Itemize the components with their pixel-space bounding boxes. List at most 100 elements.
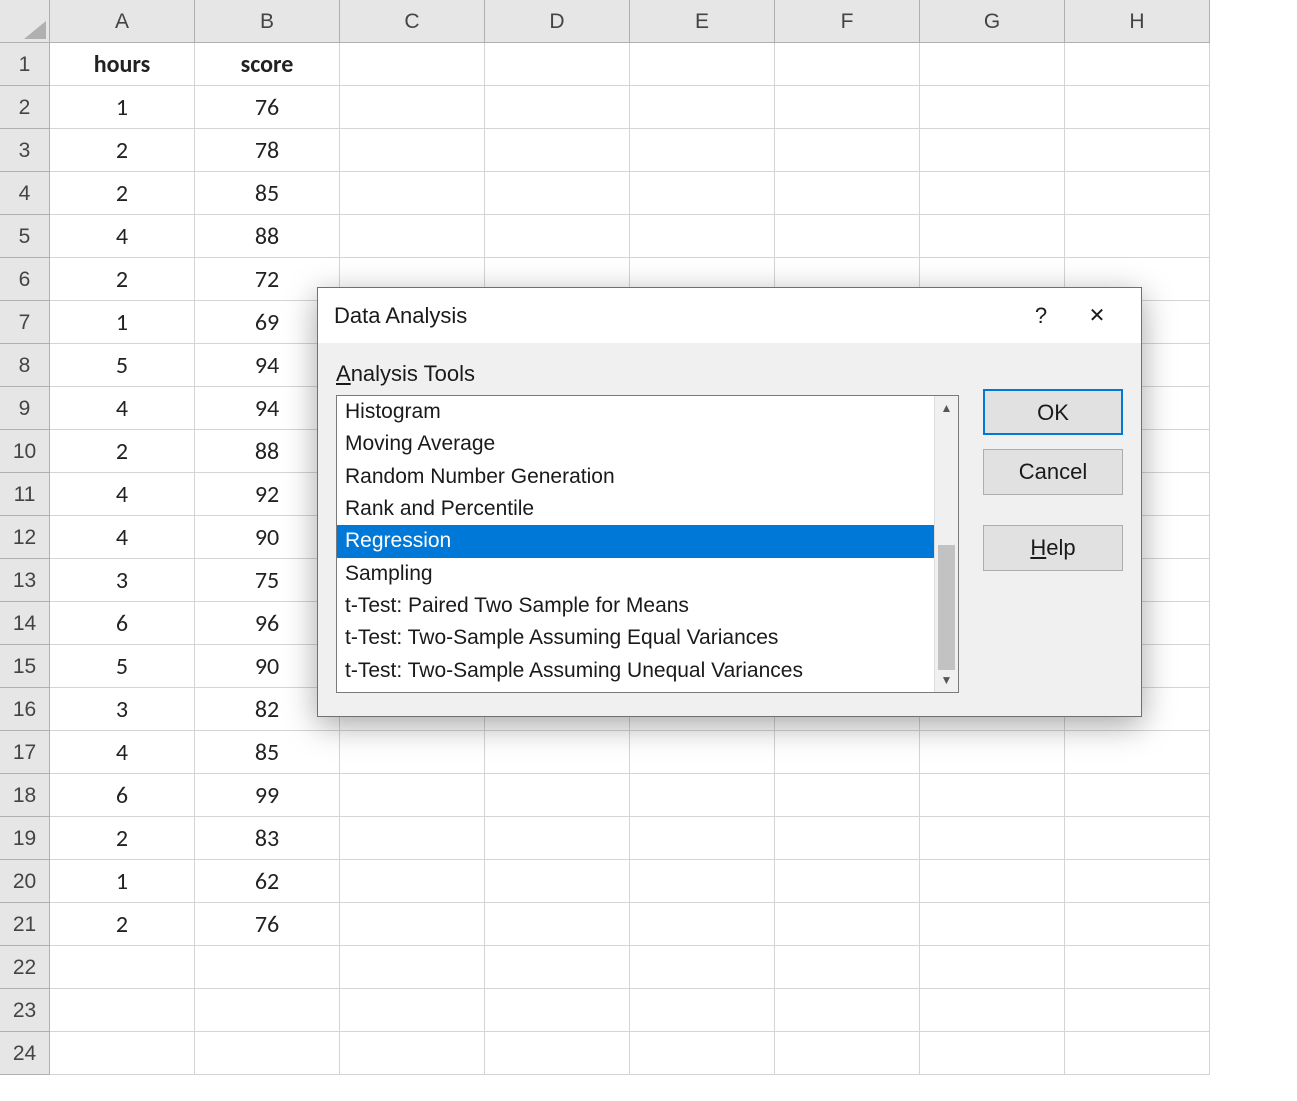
col-header-F[interactable]: F [775, 0, 920, 43]
row-header-10[interactable]: 10 [0, 430, 50, 473]
row-header-12[interactable]: 12 [0, 516, 50, 559]
cell-E22[interactable] [630, 946, 775, 989]
cell-A8[interactable]: 5 [50, 344, 195, 387]
cell-D19[interactable] [485, 817, 630, 860]
cell-A3[interactable]: 2 [50, 129, 195, 172]
cell-B5[interactable]: 88 [195, 215, 340, 258]
cell-E21[interactable] [630, 903, 775, 946]
cell-A21[interactable]: 2 [50, 903, 195, 946]
col-header-D[interactable]: D [485, 0, 630, 43]
cell-D4[interactable] [485, 172, 630, 215]
row-header-16[interactable]: 16 [0, 688, 50, 731]
cell-B17[interactable]: 85 [195, 731, 340, 774]
cell-C22[interactable] [340, 946, 485, 989]
row-header-22[interactable]: 22 [0, 946, 50, 989]
cell-E3[interactable] [630, 129, 775, 172]
cell-C1[interactable] [340, 43, 485, 86]
cell-G4[interactable] [920, 172, 1065, 215]
row-header-8[interactable]: 8 [0, 344, 50, 387]
listbox-scrollbar[interactable]: ▲ ▼ [934, 396, 958, 692]
cell-D1[interactable] [485, 43, 630, 86]
list-item-ttest-equal-var[interactable]: t-Test: Two-Sample Assuming Equal Varian… [337, 622, 934, 654]
cell-B24[interactable] [195, 1032, 340, 1075]
help-button[interactable]: Help [983, 525, 1123, 571]
row-header-4[interactable]: 4 [0, 172, 50, 215]
cell-B4[interactable]: 85 [195, 172, 340, 215]
cell-F4[interactable] [775, 172, 920, 215]
cell-F3[interactable] [775, 129, 920, 172]
cell-A11[interactable]: 4 [50, 473, 195, 516]
cell-G20[interactable] [920, 860, 1065, 903]
col-header-B[interactable]: B [195, 0, 340, 43]
scroll-thumb[interactable] [938, 545, 955, 670]
col-header-C[interactable]: C [340, 0, 485, 43]
cell-F23[interactable] [775, 989, 920, 1032]
cell-E24[interactable] [630, 1032, 775, 1075]
cell-C4[interactable] [340, 172, 485, 215]
row-header-5[interactable]: 5 [0, 215, 50, 258]
cell-F19[interactable] [775, 817, 920, 860]
scroll-down-icon[interactable]: ▼ [935, 668, 958, 692]
cell-C23[interactable] [340, 989, 485, 1032]
cell-B3[interactable]: 78 [195, 129, 340, 172]
cell-H24[interactable] [1065, 1032, 1210, 1075]
cell-H20[interactable] [1065, 860, 1210, 903]
cell-C21[interactable] [340, 903, 485, 946]
cell-F20[interactable] [775, 860, 920, 903]
cell-D5[interactable] [485, 215, 630, 258]
cell-A20[interactable]: 1 [50, 860, 195, 903]
cell-B22[interactable] [195, 946, 340, 989]
cell-B19[interactable]: 83 [195, 817, 340, 860]
cell-A18[interactable]: 6 [50, 774, 195, 817]
cell-A4[interactable]: 2 [50, 172, 195, 215]
cell-B20[interactable]: 62 [195, 860, 340, 903]
cell-B2[interactable]: 76 [195, 86, 340, 129]
col-header-H[interactable]: H [1065, 0, 1210, 43]
cell-C24[interactable] [340, 1032, 485, 1075]
cell-B1[interactable]: score [195, 43, 340, 86]
cell-C17[interactable] [340, 731, 485, 774]
cell-B21[interactable]: 76 [195, 903, 340, 946]
cell-C20[interactable] [340, 860, 485, 903]
cell-G3[interactable] [920, 129, 1065, 172]
cell-H21[interactable] [1065, 903, 1210, 946]
cell-H18[interactable] [1065, 774, 1210, 817]
list-item-sampling[interactable]: Sampling [337, 558, 934, 590]
cell-D23[interactable] [485, 989, 630, 1032]
select-all-corner[interactable] [0, 0, 50, 43]
cell-G1[interactable] [920, 43, 1065, 86]
cell-G2[interactable] [920, 86, 1065, 129]
list-item-ttest-paired[interactable]: t-Test: Paired Two Sample for Means [337, 590, 934, 622]
cell-G23[interactable] [920, 989, 1065, 1032]
cell-D18[interactable] [485, 774, 630, 817]
cell-F5[interactable] [775, 215, 920, 258]
col-header-G[interactable]: G [920, 0, 1065, 43]
row-header-17[interactable]: 17 [0, 731, 50, 774]
scroll-track[interactable] [935, 420, 958, 668]
cell-E5[interactable] [630, 215, 775, 258]
row-header-14[interactable]: 14 [0, 602, 50, 645]
row-header-24[interactable]: 24 [0, 1032, 50, 1075]
cell-G17[interactable] [920, 731, 1065, 774]
cell-C19[interactable] [340, 817, 485, 860]
cell-D24[interactable] [485, 1032, 630, 1075]
row-header-1[interactable]: 1 [0, 43, 50, 86]
cell-A23[interactable] [50, 989, 195, 1032]
cell-H2[interactable] [1065, 86, 1210, 129]
cell-E20[interactable] [630, 860, 775, 903]
scroll-up-icon[interactable]: ▲ [935, 396, 958, 420]
col-header-E[interactable]: E [630, 0, 775, 43]
cell-A19[interactable]: 2 [50, 817, 195, 860]
cell-A17[interactable]: 4 [50, 731, 195, 774]
cell-A14[interactable]: 6 [50, 602, 195, 645]
cell-A13[interactable]: 3 [50, 559, 195, 602]
row-header-18[interactable]: 18 [0, 774, 50, 817]
row-header-23[interactable]: 23 [0, 989, 50, 1032]
cell-E23[interactable] [630, 989, 775, 1032]
list-item-ztest[interactable]: z-Test: Two Sample for Means [337, 687, 934, 692]
cell-F1[interactable] [775, 43, 920, 86]
cell-F18[interactable] [775, 774, 920, 817]
cell-A10[interactable]: 2 [50, 430, 195, 473]
list-item-random-number-generation[interactable]: Random Number Generation [337, 461, 934, 493]
cell-F21[interactable] [775, 903, 920, 946]
